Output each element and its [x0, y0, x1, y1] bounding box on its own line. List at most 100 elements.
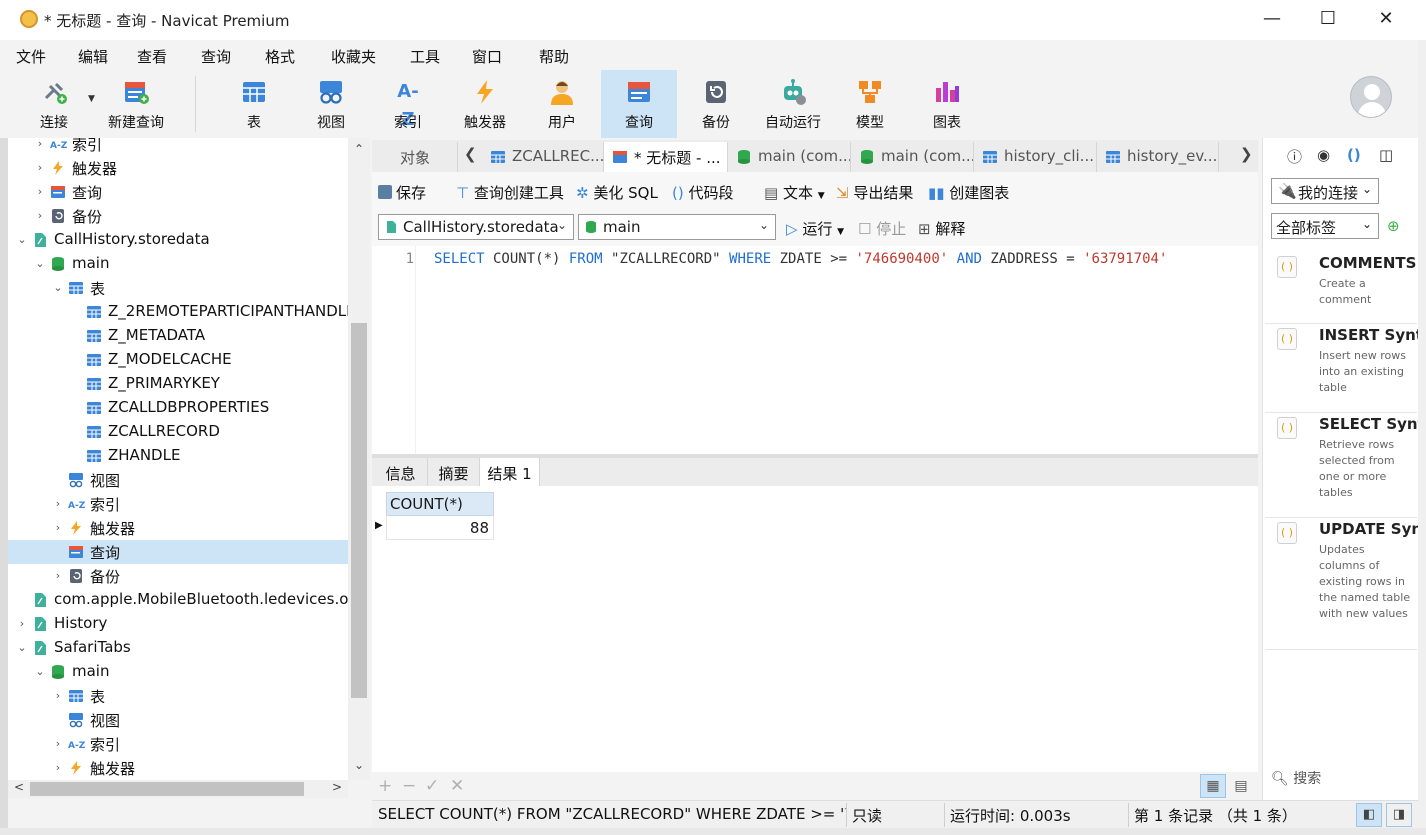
tree-node[interactable]: ⌄ main [8, 660, 348, 684]
tree-node[interactable]: › 备份 [8, 564, 348, 588]
chevron-down-icon[interactable]: ⌄ [16, 640, 28, 656]
tree-node[interactable]: Z_METADATA [8, 324, 348, 348]
user-button[interactable]: 用户 [524, 70, 600, 138]
chevron-right-icon[interactable]: › [52, 760, 64, 776]
connection-select[interactable]: CallHistory.storedata ⌄ [378, 214, 574, 240]
schema-select[interactable]: main ⌄ [578, 214, 776, 240]
menu-format[interactable]: 格式 [265, 46, 295, 67]
close-button[interactable]: ✕ [1366, 6, 1406, 32]
snippet-braces-icon[interactable]: () [1347, 146, 1361, 164]
tree-node[interactable]: › 查询 [8, 180, 348, 204]
sql-code-line[interactable]: SELECT COUNT(*) FROM "ZCALLRECORD" WHERE… [434, 251, 1167, 267]
discard-changes-button[interactable]: ✕ [450, 776, 464, 796]
tree-node[interactable]: ⌄ CallHistory.storedata [8, 228, 348, 252]
tree-horizontal-scrollbar[interactable]: < > [8, 780, 348, 798]
tree-node[interactable]: Z_PRIMARYKEY [8, 372, 348, 396]
menu-view[interactable]: 查看 [137, 46, 167, 67]
query-button[interactable]: 查询 [601, 70, 677, 138]
create-chart-button[interactable]: ▮▮ 创建图表 [928, 182, 1009, 203]
chevron-down-icon[interactable]: ⌄ [34, 256, 46, 272]
editor-tab[interactable]: * 无标题 - ... [604, 142, 728, 172]
query-builder-button[interactable]: ⊤ 查询创建工具 [456, 182, 564, 203]
chevron-right-icon[interactable]: › [52, 520, 64, 536]
sql-editor[interactable]: 1 SELECT COUNT(*) FROM "ZCALLRECORD" WHE… [372, 246, 1258, 454]
column-header-count[interactable]: COUNT(*) [386, 492, 494, 516]
all-tags-select[interactable]: 全部标签 ⌄ [1271, 213, 1379, 239]
save-button[interactable]: 保存 [378, 182, 426, 203]
chevron-right-icon[interactable]: › [52, 568, 64, 584]
chevron-right-icon[interactable]: › [52, 688, 64, 704]
connect-dropdown-arrow-icon[interactable]: ▼ [88, 94, 95, 104]
tree-node[interactable]: › A-Z 索引 [8, 732, 348, 756]
tree-node[interactable]: ZHANDLE [8, 444, 348, 468]
model-button[interactable]: 模型 [832, 70, 908, 138]
scroll-up-icon[interactable]: ⌃ [348, 142, 370, 156]
tree-node[interactable]: › 备份 [8, 204, 348, 228]
avatar[interactable] [1350, 76, 1392, 118]
tab-objects[interactable]: 对象 [372, 142, 458, 172]
run-button[interactable]: ▷ 运行 ▼ [786, 218, 844, 239]
maximize-button[interactable]: ☐ [1308, 6, 1348, 32]
tab-result-1[interactable]: 结果 1 [480, 458, 540, 486]
tree-node[interactable]: ZCALLDBPROPERTIES [8, 396, 348, 420]
tree-node[interactable]: ⌄ SafariTabs [8, 636, 348, 660]
scroll-right-icon[interactable]: > [332, 780, 342, 794]
connect-button[interactable]: 连接 [16, 70, 92, 138]
chevron-right-icon[interactable]: › [34, 138, 46, 152]
tree-node[interactable]: › 触发器 [8, 516, 348, 540]
hscrollbar-thumb[interactable] [30, 782, 304, 796]
snippet-item[interactable]: ( ) UPDATE Synt Updates columns of existin… [1265, 518, 1426, 650]
menu-tools[interactable]: 工具 [410, 46, 440, 67]
add-record-button[interactable]: + [378, 776, 392, 796]
grid-view-button[interactable]: ▦ [1200, 774, 1226, 798]
scroll-left-icon[interactable]: < [14, 780, 24, 794]
minimize-button[interactable]: — [1252, 6, 1292, 32]
tree-node[interactable]: com.apple.MobileBluetooth.ledevices.ot [8, 588, 348, 612]
automation-button[interactable]: 自动运行 [755, 70, 831, 138]
chart-button[interactable]: 图表 [909, 70, 985, 138]
editor-tab[interactable]: main (com... [851, 142, 974, 172]
tree-node[interactable]: › 触发器 [8, 156, 348, 180]
menu-edit[interactable]: 编辑 [78, 46, 108, 67]
add-snippet-icon[interactable]: ⊕ [1387, 217, 1400, 235]
form-view-button[interactable]: ▤ [1228, 774, 1254, 798]
tree-node[interactable]: › 表 [8, 684, 348, 708]
layout-right-button[interactable]: ◨ [1386, 803, 1412, 827]
layout-panel-icon[interactable]: ◫ [1379, 146, 1393, 164]
menu-window[interactable]: 窗口 [472, 46, 502, 67]
snippet-item[interactable]: ( ) COMMENTS Create a comment [1265, 252, 1417, 324]
editor-tab[interactable]: history_cli... [974, 142, 1097, 172]
menu-query[interactable]: 查询 [201, 46, 231, 67]
trigger-button[interactable]: 触发器 [447, 70, 523, 138]
export-result-button[interactable]: ⇲ 导出结果 [836, 182, 913, 203]
tab-summary[interactable]: 摘要 [428, 458, 480, 486]
tree-vertical-scrollbar[interactable]: ⌃ ⌄ [348, 138, 370, 780]
menu-favorites[interactable]: 收藏夹 [331, 46, 376, 67]
explain-button[interactable]: ⊞ 解释 [918, 218, 965, 239]
scrollbar-thumb[interactable] [351, 323, 367, 698]
tree-node[interactable]: 查询 [8, 540, 348, 564]
view-button[interactable]: 视图 [293, 70, 369, 138]
layout-left-button[interactable]: ◧ [1356, 803, 1382, 827]
code-snippet-button[interactable]: () 代码段 [672, 182, 734, 203]
text-button[interactable]: ▤ 文本 ▼ [764, 182, 825, 203]
chevron-right-icon[interactable]: › [52, 496, 64, 512]
chevron-right-icon[interactable]: › [34, 208, 46, 224]
result-cell-count[interactable]: 88 [386, 516, 494, 540]
tree-node[interactable]: Z_MODELCACHE [8, 348, 348, 372]
beautify-sql-button[interactable]: ✲ 美化 SQL [576, 182, 658, 203]
editor-tab[interactable]: history_ev... [1097, 142, 1219, 172]
tab-info[interactable]: 信息 [374, 458, 428, 486]
snippet-search[interactable]: 🔍︎ 搜索 [1271, 768, 1321, 788]
stop-button[interactable]: ☐ 停止 [858, 218, 906, 239]
editor-tab[interactable]: ZCALLREC... [482, 142, 604, 172]
snippet-item[interactable]: ( ) INSERT Synta Insert new rows into an e… [1265, 324, 1426, 413]
tree-node[interactable]: ⌄ 表 [8, 276, 348, 300]
chevron-down-icon[interactable]: ⌄ [16, 232, 28, 248]
editor-tab[interactable]: main (com... [728, 142, 851, 172]
chevron-down-icon[interactable]: ⌄ [52, 280, 64, 296]
chevron-right-icon[interactable]: › [52, 736, 64, 752]
tab-scroll-right-icon[interactable]: ❯ [1240, 145, 1253, 163]
preview-eye-icon[interactable]: ◉ [1317, 146, 1330, 164]
apply-changes-button[interactable]: ✓ [425, 776, 439, 796]
